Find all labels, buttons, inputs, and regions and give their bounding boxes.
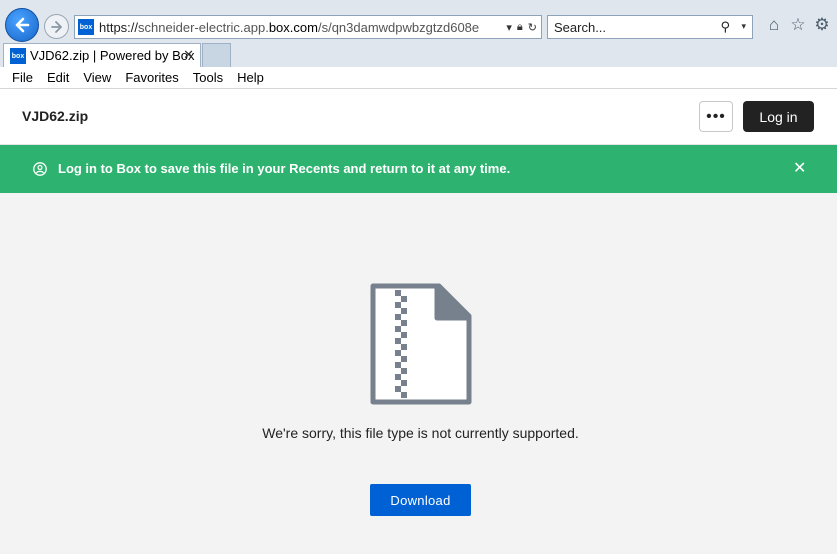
favorites-star-icon[interactable]: ☆ <box>788 15 808 35</box>
forward-button[interactable] <box>44 14 69 39</box>
new-tab-button[interactable] <box>202 43 231 67</box>
search-placeholder: Search... <box>554 20 607 35</box>
menu-help[interactable]: Help <box>237 70 264 85</box>
back-button[interactable] <box>5 8 39 42</box>
forward-arrow-icon <box>50 20 62 33</box>
tab-active[interactable]: box VJD62.zip | Powered by Box ✕ <box>3 43 201 67</box>
address-bar[interactable]: box https://schneider-electric.app.box.c… <box>74 15 542 39</box>
unsupported-message: We're sorry, this file type is not curre… <box>262 425 579 441</box>
menu-favorites[interactable]: Favorites <box>125 70 178 85</box>
user-icon <box>33 162 47 176</box>
lock-icon[interactable]: 🔒︎ <box>517 21 523 34</box>
url-subdomain: schneider-electric.app. <box>138 20 269 35</box>
toolbar-icons: ⌂ ☆ ⚙ <box>764 15 832 35</box>
banner-close-icon[interactable]: ✕ <box>793 158 806 178</box>
url-host: box.com <box>268 20 318 35</box>
browser-chrome: box https://schneider-electric.app.box.c… <box>0 0 837 89</box>
menu-bar: File Edit View Favorites Tools Help <box>0 67 837 89</box>
more-options-button[interactable]: ••• <box>699 101 733 132</box>
search-icon[interactable]: ⚲ <box>720 19 730 35</box>
page-header: VJD62.zip ••• Log in <box>0 89 837 145</box>
dropdown-arrow-icon[interactable]: ▾ <box>506 21 512 34</box>
login-banner: Log in to Box to save this file in your … <box>0 145 837 193</box>
search-dropdown-icon[interactable]: ▾ <box>741 21 746 32</box>
back-arrow-icon <box>15 17 30 33</box>
tab-row: box VJD62.zip | Powered by Box ✕ <box>0 42 837 67</box>
navigation-bar: box https://schneider-electric.app.box.c… <box>0 0 837 42</box>
log-in-button[interactable]: Log in <box>743 101 814 132</box>
box-favicon-icon: box <box>78 19 94 35</box>
menu-file[interactable]: File <box>12 70 33 85</box>
menu-tools[interactable]: Tools <box>193 70 223 85</box>
url-protocol: https:// <box>99 20 139 35</box>
address-bar-icons: ▾ 🔒︎ ↻ <box>506 19 537 35</box>
zip-file-icon <box>370 283 472 405</box>
menu-view[interactable]: View <box>83 70 111 85</box>
download-button[interactable]: Download <box>370 484 471 516</box>
tab-close-icon[interactable]: ✕ <box>183 47 194 63</box>
file-title: VJD62.zip <box>22 108 89 124</box>
refresh-icon[interactable]: ↻ <box>528 21 537 34</box>
menu-edit[interactable]: Edit <box>47 70 69 85</box>
tab-title: VJD62.zip | Powered by Box <box>30 48 195 63</box>
banner-message: Log in to Box to save this file in your … <box>58 161 511 176</box>
box-tab-favicon-icon: box <box>10 48 26 64</box>
preview-area: We're sorry, this file type is not curre… <box>0 193 837 554</box>
url-path: /s/qn3damwdpwbzgtzd608e <box>317 20 480 35</box>
search-box[interactable]: Search... ⚲ ▾ <box>547 15 753 39</box>
address-url[interactable]: https://schneider-electric.app.box.com/s… <box>99 20 479 35</box>
home-icon[interactable]: ⌂ <box>764 15 784 35</box>
settings-gear-icon[interactable]: ⚙ <box>812 15 832 35</box>
